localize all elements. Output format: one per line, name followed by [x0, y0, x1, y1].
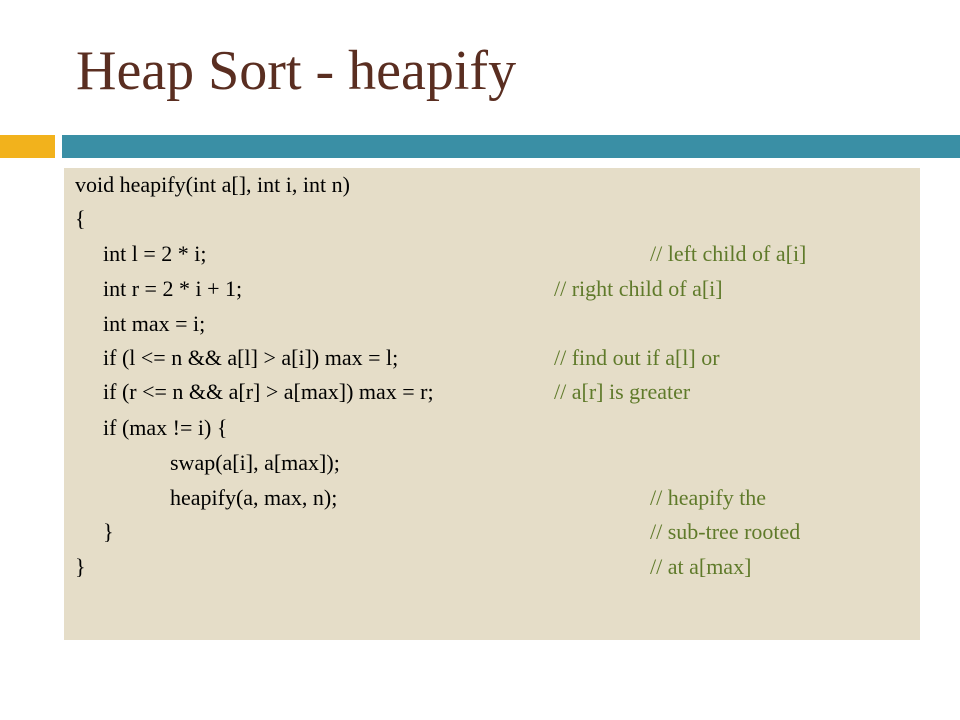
code-line: heapify(a, max, n); // heapify the	[64, 481, 920, 515]
code-text: int max = i;	[103, 311, 206, 336]
code-line: int max = i;	[64, 307, 920, 341]
code-text: int r = 2 * i + 1;	[103, 276, 243, 301]
code-text: int l = 2 * i;	[103, 241, 207, 266]
code-line: int r = 2 * i + 1; // right child of a[i…	[64, 272, 920, 306]
code-comment: // right child of a[i]	[554, 276, 723, 301]
accent-bar-main	[62, 135, 960, 158]
code-text: }	[75, 554, 86, 579]
code-text: if (max != i) {	[103, 415, 228, 440]
accent-bar-left	[0, 135, 55, 158]
code-comment: // a[r] is greater	[554, 379, 691, 404]
code-line: swap(a[i], a[max]);	[64, 446, 920, 480]
code-text: void heapify(int a[], int i, int n)	[75, 172, 350, 197]
code-line: } // sub-tree rooted	[64, 515, 920, 549]
code-text: if (l <= n && a[l] > a[i]) max = l;	[103, 345, 399, 370]
code-line: if (max != i) {	[64, 411, 920, 445]
code-comment: // find out if a[l] or	[554, 345, 720, 370]
code-comment: // at a[max]	[650, 554, 752, 579]
code-text: {	[75, 206, 86, 231]
code-line: if (r <= n && a[r] > a[max]) max = r; //…	[64, 375, 920, 409]
code-comment: // left child of a[i]	[650, 241, 807, 266]
code-text: }	[103, 519, 114, 544]
code-panel: void heapify(int a[], int i, int n) { in…	[64, 168, 920, 640]
code-comment: // heapify the	[650, 485, 767, 510]
code-line: int l = 2 * i; // left child of a[i]	[64, 237, 920, 271]
code-line: {	[64, 202, 920, 236]
code-line: } // at a[max]	[64, 550, 920, 584]
code-text: swap(a[i], a[max]);	[170, 450, 340, 475]
code-text: heapify(a, max, n);	[170, 485, 338, 510]
code-comment: // sub-tree rooted	[650, 519, 801, 544]
slide-title: Heap Sort - heapify	[76, 40, 517, 102]
code-line: if (l <= n && a[l] > a[i]) max = l; // f…	[64, 341, 920, 375]
code-line: void heapify(int a[], int i, int n)	[64, 168, 920, 202]
code-text: if (r <= n && a[r] > a[max]) max = r;	[103, 379, 434, 404]
